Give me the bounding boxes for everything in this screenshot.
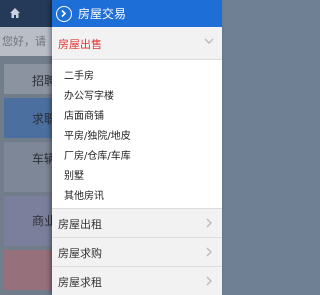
chevron-right-icon [206,276,212,286]
section-house-wanted-rent[interactable]: 房屋求租 [52,266,222,295]
subcategory-shop[interactable]: 店面商铺 [64,107,104,122]
chevron-down-icon [204,38,214,44]
drawer-header[interactable]: 房屋交易 [52,0,222,27]
subcategory-villa[interactable]: 别墅 [64,167,84,182]
section-label: 房屋求购 [58,247,102,260]
background-card-vehicle[interactable]: 车辆 [4,142,56,192]
home-icon[interactable] [9,7,21,19]
section-house-sale[interactable]: 房屋出售 [52,27,222,60]
subcategory-factory-warehouse[interactable]: 厂房/仓库/车库 [64,147,131,162]
background-card-business[interactable]: 商业 [4,196,56,246]
drawer-title: 房屋交易 [78,7,127,21]
chevron-right-icon [206,218,212,228]
chevron-right-circle-icon[interactable] [56,5,72,22]
search-placeholder: 您好，请 [2,35,46,48]
background-category-panel: 招聘 求职 车辆 商业 [0,56,60,295]
category-drawer: 房屋交易 房屋出售 二手房 办公写字楼 店面商铺 平房/独院/地皮 厂房/仓库/… [52,0,222,295]
section-label: 房屋出售 [58,38,102,51]
subcategory-bungalow-land[interactable]: 平房/独院/地皮 [64,127,131,142]
section-label: 房屋求租 [58,276,102,289]
background-card-misc[interactable] [4,250,52,290]
chevron-right-icon [206,247,212,257]
sale-subcategory-list: 二手房 办公写字楼 店面商铺 平房/独院/地皮 厂房/仓库/车库 别墅 其他房讯 [52,60,222,208]
background-card-recruit[interactable]: 招聘 [4,64,56,94]
subcategory-second-hand[interactable]: 二手房 [64,67,94,82]
subcategory-office[interactable]: 办公写字楼 [64,87,114,102]
section-house-rent-out[interactable]: 房屋出租 [52,208,222,237]
subcategory-other[interactable]: 其他房讯 [64,187,104,202]
section-house-wanted-buy[interactable]: 房屋求购 [52,237,222,266]
background-card-jobseek[interactable]: 求职 [4,98,56,138]
section-label: 房屋出租 [58,218,102,231]
background-search-input[interactable]: 您好，请 [0,27,60,56]
background-topbar [0,0,60,27]
